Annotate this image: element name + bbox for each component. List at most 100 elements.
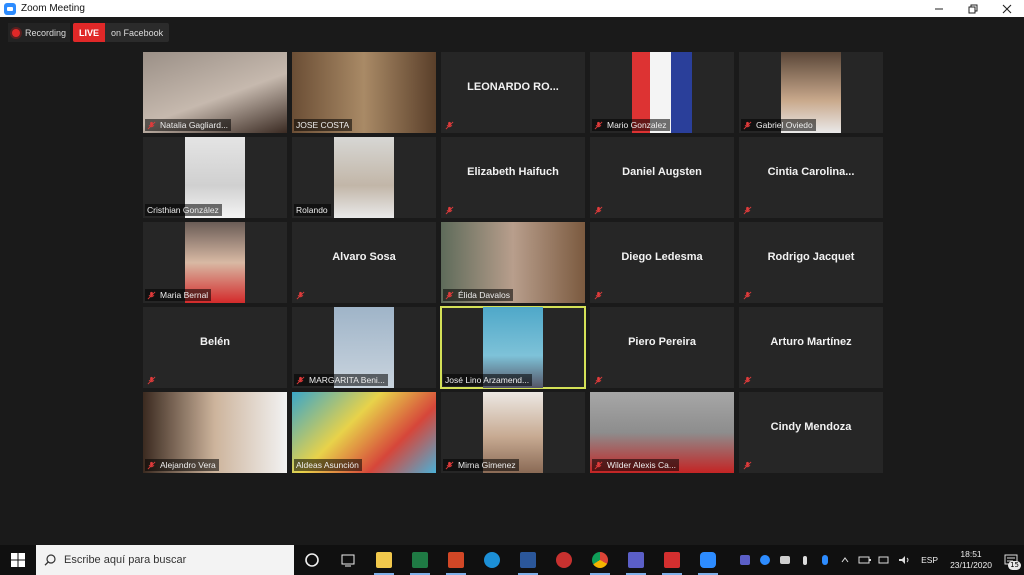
participant-tile[interactable]: Rolando — [292, 137, 436, 218]
taskbar-task-view-button[interactable] — [330, 545, 366, 575]
recording-label: Recording — [25, 27, 67, 38]
participant-tile[interactable]: Diego Ledesma — [590, 222, 734, 303]
participant-tile[interactable]: JOSE COSTA — [292, 52, 436, 133]
restore-icon — [968, 4, 978, 13]
minimize-icon — [935, 8, 943, 9]
muted-mic-icon — [296, 376, 305, 384]
tray-zoom-icon[interactable] — [758, 554, 772, 566]
action-center-button[interactable]: 15 — [998, 545, 1024, 575]
taskbar-edge-button[interactable] — [474, 545, 510, 575]
tray-chevron-up-icon[interactable] — [838, 554, 852, 566]
participant-name: Natalia Gagliard... — [160, 120, 229, 130]
participant-status — [145, 374, 163, 386]
taskbar-search-box[interactable]: Escribe aquí para buscar — [36, 545, 294, 575]
participant-tile[interactable]: Arturo Martínez — [739, 307, 883, 388]
tray-bluetooth-icon[interactable] — [818, 554, 832, 566]
excel-icon — [412, 552, 428, 568]
taskbar-acrobat-button[interactable] — [654, 545, 690, 575]
window-title: Zoom Meeting — [21, 3, 85, 14]
participant-display-name: Belén — [200, 335, 230, 348]
tray-battery-icon[interactable] — [858, 554, 872, 566]
chrome-icon — [592, 552, 608, 568]
search-icon — [44, 554, 56, 566]
muted-mic-icon — [445, 121, 454, 129]
participant-tile[interactable]: Cindy Mendoza — [739, 392, 883, 473]
participant-status — [443, 204, 461, 216]
taskbar-clock[interactable]: 18:51 23/11/2020 — [950, 549, 992, 571]
participant-tile[interactable]: José Lino Arzamend... — [440, 306, 586, 389]
participant-display-name: Alvaro Sosa — [332, 250, 396, 263]
participant-tile[interactable]: LEONARDO RO... — [441, 52, 585, 133]
participant-name-label: Natalia Gagliard... — [145, 119, 232, 131]
participant-name: Élida Davalos — [458, 290, 510, 300]
taskbar-zoom-button[interactable] — [690, 545, 726, 575]
muted-mic-icon — [594, 206, 603, 214]
start-button[interactable] — [0, 545, 36, 575]
taskbar-cortana-button[interactable] — [294, 545, 330, 575]
participant-status — [741, 459, 759, 471]
participant-name: Wilder Alexis Ca... — [607, 460, 676, 470]
close-button[interactable] — [990, 0, 1024, 17]
participant-tile[interactable]: Alvaro Sosa — [292, 222, 436, 303]
minimize-button[interactable] — [922, 0, 956, 17]
input-language[interactable]: ESP — [921, 555, 938, 565]
notification-count: 15 — [1008, 561, 1021, 570]
participant-tile[interactable]: Mario Gonzalez — [590, 52, 734, 133]
live-destination: on Facebook — [111, 27, 164, 38]
participant-name-label: José Lino Arzamend... — [443, 374, 533, 386]
participant-tile[interactable]: Cristhian González — [143, 137, 287, 218]
taskbar-app-button[interactable] — [546, 545, 582, 575]
muted-mic-icon — [445, 291, 454, 299]
taskbar-chrome-button[interactable] — [582, 545, 618, 575]
tray-teams-icon[interactable] — [738, 554, 752, 566]
muted-mic-icon — [594, 376, 603, 384]
participant-tile[interactable]: Natalia Gagliard... — [143, 52, 287, 133]
taskbar-powerpoint-button[interactable] — [438, 545, 474, 575]
participant-display-name: Diego Ledesma — [621, 250, 703, 263]
taskbar-teams-button[interactable] — [618, 545, 654, 575]
participant-tile[interactable]: Elizabeth Haifuch — [441, 137, 585, 218]
participant-name-label: Cristhian González — [145, 204, 222, 216]
participant-status — [443, 119, 461, 131]
muted-mic-icon — [594, 291, 603, 299]
live-stream-indicator[interactable]: LIVE on Facebook — [73, 23, 170, 42]
taskbar-excel-button[interactable] — [402, 545, 438, 575]
participant-tile[interactable]: Daniel Augsten — [590, 137, 734, 218]
participant-tile[interactable]: Belén — [143, 307, 287, 388]
participant-tile[interactable]: Élida Davalos — [441, 222, 585, 303]
muted-mic-icon — [147, 376, 156, 384]
clock-time: 18:51 — [960, 549, 982, 559]
powerpoint-icon — [448, 552, 464, 568]
recording-indicator[interactable]: Recording — [8, 23, 71, 42]
participant-name-label: Élida Davalos — [443, 289, 513, 301]
participant-tile[interactable]: MARGARITA Beni... — [292, 307, 436, 388]
participant-name: JOSE COSTA — [296, 120, 350, 130]
participant-display-name: Cindy Mendoza — [770, 420, 852, 433]
taskbar-word-button[interactable] — [510, 545, 546, 575]
participant-tile[interactable]: Maria Bernal — [143, 222, 287, 303]
tray-volume-icon[interactable] — [898, 554, 912, 566]
recording-dot-icon — [12, 28, 20, 37]
muted-mic-icon — [743, 121, 752, 129]
tray-chat-icon[interactable] — [778, 554, 792, 566]
participant-tile[interactable]: Mirna Gimenez — [441, 392, 585, 473]
muted-mic-icon — [296, 291, 305, 299]
participant-tile[interactable]: Piero Pereira — [590, 307, 734, 388]
participant-tile[interactable]: Wilder Alexis Ca... — [590, 392, 734, 473]
participant-status — [741, 204, 759, 216]
recording-status-bar: Recording LIVE on Facebook — [8, 23, 170, 42]
participant-name: Maria Bernal — [160, 290, 209, 300]
participant-tile[interactable]: Rodrigo Jacquet — [739, 222, 883, 303]
taskbar-file-explorer-button[interactable] — [366, 545, 402, 575]
restore-button[interactable] — [956, 0, 990, 17]
tray-microphone-icon[interactable] — [798, 554, 812, 566]
clock-date: 23/11/2020 — [950, 560, 992, 570]
tray-network-icon[interactable] — [878, 554, 892, 566]
participant-tile[interactable]: Alejandro Vera — [143, 392, 287, 473]
participant-tile[interactable]: Gabriel Oviedo — [739, 52, 883, 133]
close-icon — [1002, 4, 1012, 13]
participant-tile[interactable]: Aldeas Asunción — [292, 392, 436, 473]
zoom-logo-icon — [4, 2, 16, 15]
participant-tile[interactable]: Cintia Carolina... — [739, 137, 883, 218]
participant-display-name: Elizabeth Haifuch — [467, 165, 559, 178]
